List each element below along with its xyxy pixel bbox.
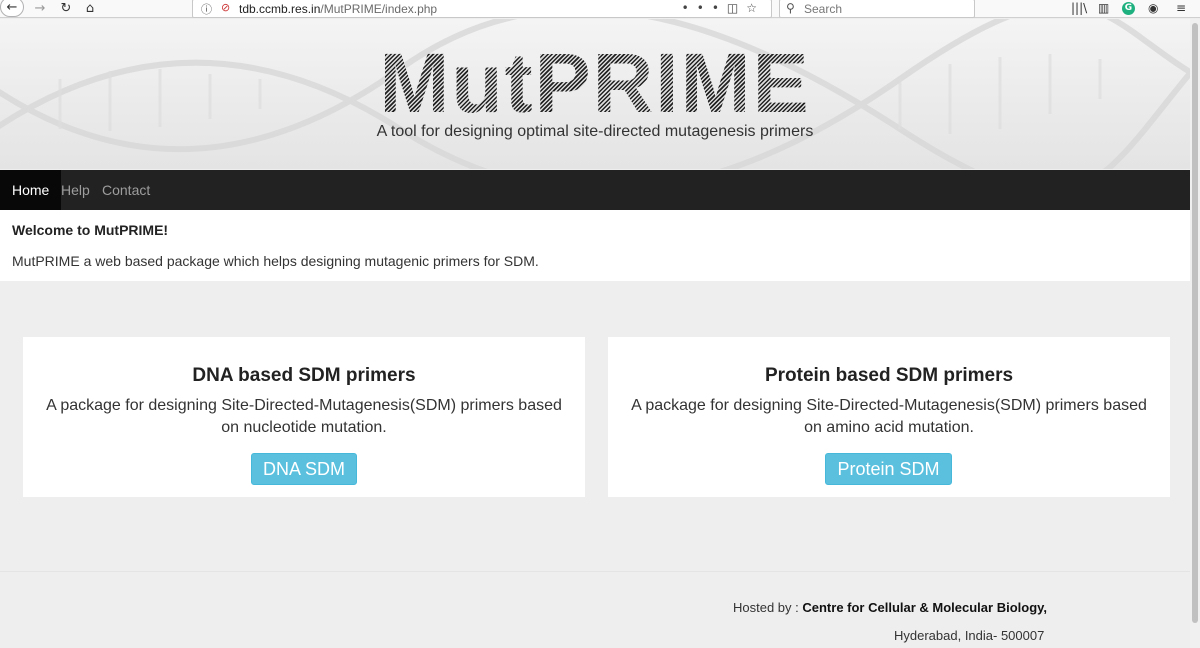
- bookmark-star-icon[interactable]: ☆: [746, 1, 765, 15]
- nav-help[interactable]: Help: [61, 170, 90, 210]
- tagline: A tool for designing optimal site-direct…: [376, 123, 814, 140]
- pocket-icon[interactable]: ◫: [727, 1, 746, 15]
- info-icon[interactable]: ⓘ: [201, 1, 212, 17]
- url-domain: tdb.ccmb.res.in: [239, 2, 321, 16]
- protein-sdm-button[interactable]: Protein SDM: [825, 453, 952, 485]
- hosted-label: Hosted by :: [733, 600, 803, 615]
- scrollbar-thumb[interactable]: [1192, 23, 1198, 623]
- library-icon[interactable]: |||\: [1071, 1, 1087, 15]
- hosted-by: Hosted by : Centre for Cellular & Molecu…: [733, 600, 1047, 615]
- url-bar[interactable]: ⓘ ⊘ tdb.ccmb.res.in/MutPRIME/index.php •…: [192, 0, 772, 18]
- reload-icon: ↻: [60, 1, 72, 16]
- protein-sdm-card: Protein based SDM primers A package for …: [608, 337, 1170, 497]
- menu-icon[interactable]: ≡: [1176, 1, 1186, 15]
- welcome-title: Welcome to MutPRIME!: [12, 222, 169, 238]
- arrow-left-icon: ←: [6, 0, 18, 15]
- dna-sdm-button[interactable]: DNA SDM: [251, 453, 357, 485]
- page-scrollbar[interactable]: [1190, 19, 1200, 648]
- welcome-text: MutPRIME a web based package which helps…: [12, 253, 539, 269]
- home-button[interactable]: ⌂: [81, 0, 99, 17]
- page: MutPRIME A tool for designing optimal si…: [0, 19, 1190, 648]
- logo-text: MutPRIME: [0, 41, 1190, 125]
- search-bar[interactable]: ⚲ Search: [779, 0, 975, 18]
- nav-contact[interactable]: Contact: [102, 170, 150, 210]
- back-button[interactable]: ←: [0, 0, 24, 17]
- page-actions: •••◫☆: [682, 1, 765, 15]
- card-description: A package for designing Site-Directed-Mu…: [631, 397, 1147, 436]
- insecure-lock-icon[interactable]: ⊘: [221, 1, 230, 14]
- forward-button[interactable]: →: [31, 0, 49, 17]
- logo: MutPRIME: [0, 31, 1190, 125]
- main-navbar: Home Help Contact: [0, 170, 1190, 210]
- site-header: MutPRIME A tool for designing optimal si…: [0, 19, 1190, 169]
- arrow-right-icon: →: [34, 1, 46, 16]
- dna-sdm-card: DNA based SDM primers A package for desi…: [23, 337, 585, 497]
- browser-toolbar: ← → ↻ ⌂ ⓘ ⊘ tdb.ccmb.res.in/MutPRIME/ind…: [0, 0, 1200, 18]
- more-actions-icon[interactable]: •••: [682, 1, 727, 15]
- nav-home[interactable]: Home: [0, 170, 62, 210]
- url-path: /MutPRIME/index.php: [320, 2, 438, 16]
- search-input[interactable]: Search: [804, 2, 842, 16]
- card-description: A package for designing Site-Directed-Mu…: [46, 397, 562, 436]
- sidebar-icon[interactable]: ▥: [1098, 1, 1109, 15]
- footer-divider: [0, 571, 1190, 572]
- account-icon[interactable]: ◉: [1148, 1, 1158, 15]
- host-name: Centre for Cellular & Molecular Biology,: [802, 600, 1048, 615]
- extension-icon[interactable]: G: [1122, 2, 1135, 15]
- search-icon: ⚲: [786, 1, 795, 15]
- card-title: Protein based SDM primers: [764, 365, 1014, 386]
- host-address: Hyderabad, India- 500007: [894, 628, 1045, 643]
- reload-button[interactable]: ↻: [57, 0, 75, 17]
- card-title: DNA based SDM primers: [192, 365, 416, 386]
- url-text[interactable]: tdb.ccmb.res.in/MutPRIME/index.php: [239, 2, 437, 16]
- welcome-panel: Welcome to MutPRIME! MutPRIME a web base…: [0, 210, 1190, 281]
- home-icon: ⌂: [85, 1, 95, 16]
